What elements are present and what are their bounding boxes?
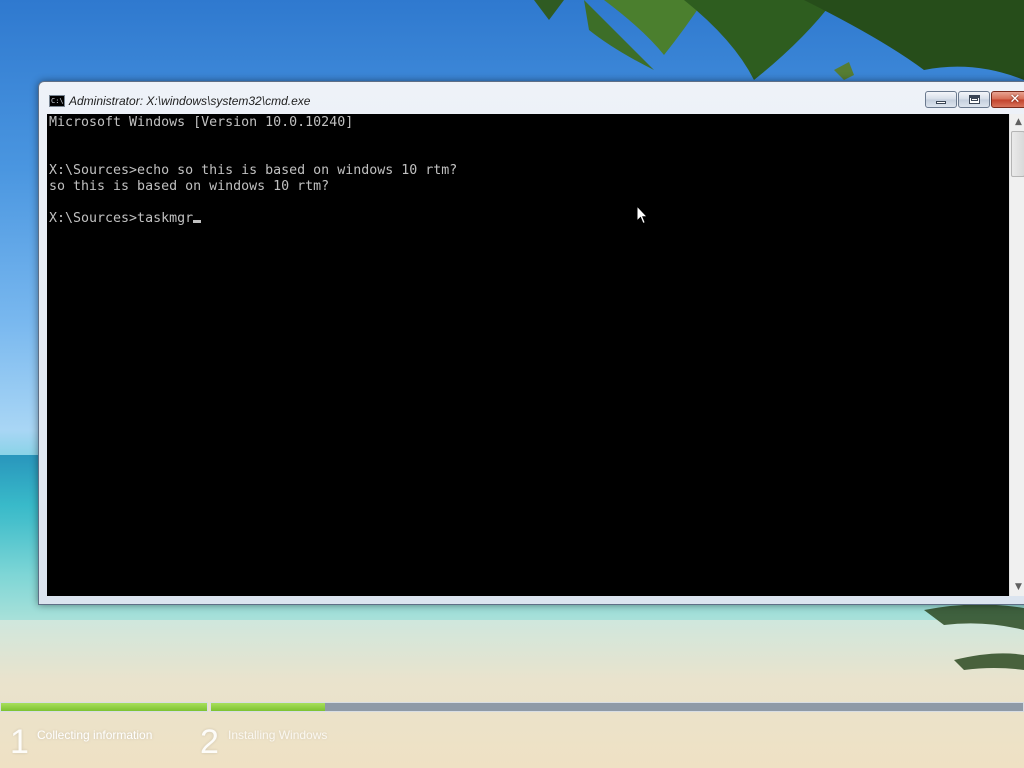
mouse-pointer-icon	[636, 205, 648, 225]
step-number: 2	[200, 723, 219, 761]
step-label: Installing Windows	[228, 728, 328, 742]
console-line: Microsoft Windows [Version 10.0.10240]	[49, 115, 354, 130]
step-number: 1	[10, 723, 29, 761]
scroll-up-arrow-icon[interactable]: ▲	[1010, 114, 1024, 131]
step-1-progress-track	[0, 702, 208, 712]
setup-step-2: 2 Installing Windows	[200, 722, 327, 762]
close-icon: ✕	[1009, 92, 1021, 107]
setup-step-1: 1 Collecting information	[10, 722, 152, 762]
console-prompt-line[interactable]: X:\Sources>taskmgr	[49, 211, 193, 226]
cmd-icon: C:\	[49, 95, 65, 107]
console-output[interactable]: Microsoft Windows [Version 10.0.10240] X…	[47, 114, 1009, 596]
console-line: X:\Sources>echo so this is based on wind…	[49, 163, 458, 178]
minimize-button[interactable]	[925, 91, 957, 108]
console-line: so this is based on windows 10 rtm?	[49, 179, 330, 194]
title-bar[interactable]: C:\ Administrator: X:\windows\system32\c…	[39, 82, 1024, 114]
wallpaper-palm-shadow	[924, 604, 1024, 670]
wallpaper-palm-leaves	[534, 0, 1024, 80]
step-label: Collecting information	[37, 728, 153, 742]
scroll-thumb[interactable]	[1011, 131, 1024, 177]
setup-progress-bar	[0, 702, 1024, 713]
vertical-scrollbar[interactable]: ▲ ▼	[1009, 114, 1024, 596]
wallpaper-beach	[0, 620, 1024, 768]
scroll-down-arrow-icon[interactable]: ▼	[1010, 579, 1024, 596]
desktop: C:\ Administrator: X:\windows\system32\c…	[0, 0, 1024, 768]
maximize-icon	[969, 95, 980, 104]
close-button[interactable]: ✕	[991, 91, 1024, 108]
window-title: Administrator: X:\windows\system32\cmd.e…	[69, 94, 311, 108]
cmd-window[interactable]: C:\ Administrator: X:\windows\system32\c…	[38, 81, 1024, 605]
step-1-progress-fill	[1, 703, 207, 711]
maximize-button[interactable]	[958, 91, 990, 108]
minimize-icon	[936, 101, 946, 104]
step-2-progress-fill	[211, 703, 325, 711]
text-cursor	[193, 220, 202, 223]
step-2-progress-track	[210, 702, 1024, 712]
